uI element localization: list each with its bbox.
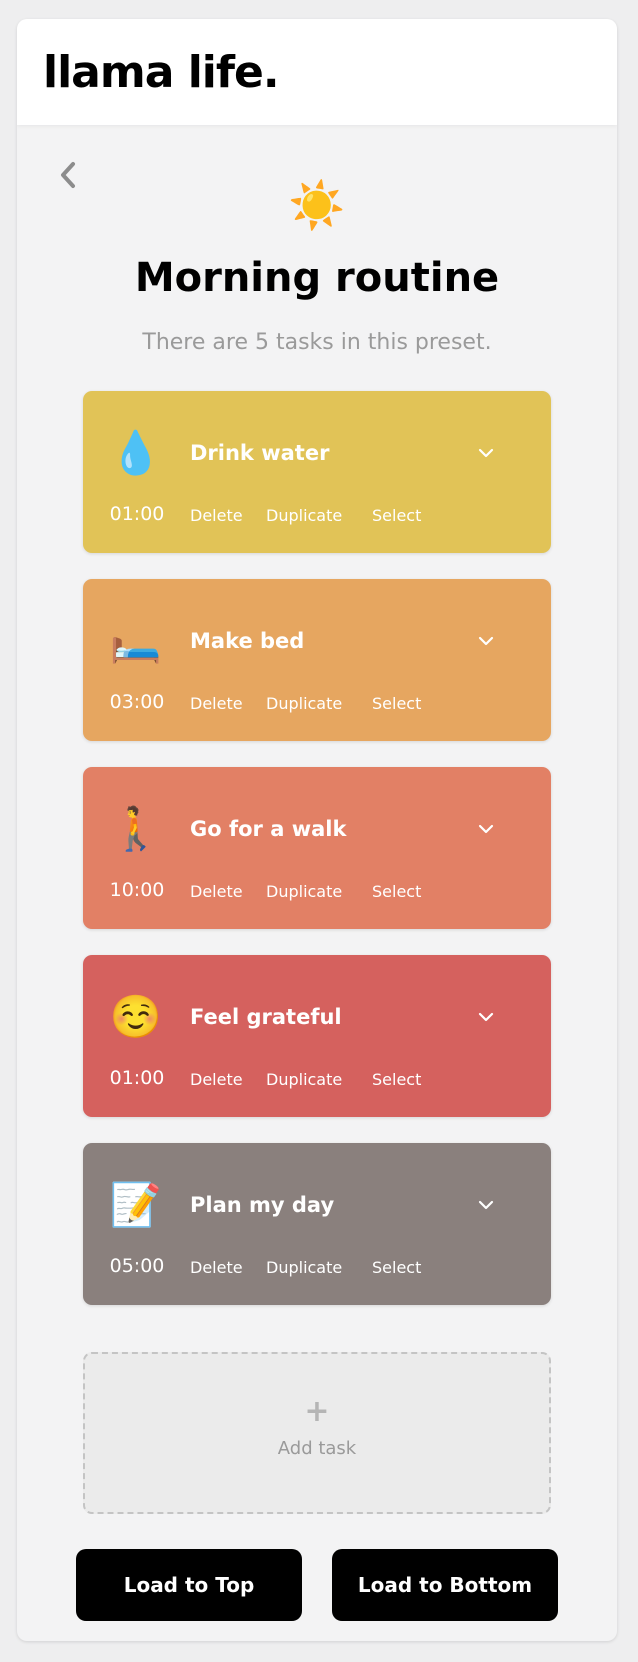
delete-button[interactable]: Delete	[190, 1258, 243, 1277]
select-button[interactable]: Select	[372, 506, 421, 525]
task-name: Plan my day	[190, 1193, 335, 1217]
app-logo[interactable]: llama life.	[43, 47, 280, 98]
duplicate-button[interactable]: Duplicate	[266, 694, 342, 713]
plus-icon: +	[304, 1394, 330, 1429]
select-button[interactable]: Select	[372, 694, 421, 713]
select-button[interactable]: Select	[372, 882, 421, 901]
chevron-down-icon[interactable]	[476, 443, 496, 463]
task-name: Drink water	[190, 441, 330, 465]
task-card[interactable]: 🛏️ Make bed 03:00 Delete Duplicate Selec…	[83, 579, 551, 741]
duplicate-button[interactable]: Duplicate	[266, 1258, 342, 1277]
select-button[interactable]: Select	[372, 1070, 421, 1089]
task-duration: 01:00	[109, 503, 165, 525]
chevron-down-icon[interactable]	[476, 1007, 496, 1027]
smiling-face-icon: ☺️	[109, 992, 163, 1041]
task-name: Make bed	[190, 629, 305, 653]
task-card[interactable]: 💧 Drink water 01:00 Delete Duplicate Sel…	[83, 391, 551, 553]
task-duration: 01:00	[109, 1067, 165, 1089]
chevron-down-icon[interactable]	[476, 1195, 496, 1215]
load-to-bottom-button[interactable]: Load to Bottom	[332, 1549, 558, 1621]
select-button[interactable]: Select	[372, 1258, 421, 1277]
task-card[interactable]: 🚶 Go for a walk 10:00 Delete Duplicate S…	[83, 767, 551, 929]
preset-title: Morning routine	[134, 255, 500, 301]
delete-button[interactable]: Delete	[190, 506, 243, 525]
top-bar: llama life.	[17, 19, 617, 125]
delete-button[interactable]: Delete	[190, 882, 243, 901]
task-name: Go for a walk	[190, 817, 347, 841]
task-duration: 10:00	[109, 879, 165, 901]
chevron-down-icon[interactable]	[476, 819, 496, 839]
task-card[interactable]: ☺️ Feel grateful 01:00 Delete Duplicate …	[83, 955, 551, 1117]
chevron-down-icon[interactable]	[476, 631, 496, 651]
duplicate-button[interactable]: Duplicate	[266, 882, 342, 901]
preset-subtitle: There are 5 tasks in this preset.	[142, 330, 492, 355]
task-list: 💧 Drink water 01:00 Delete Duplicate Sel…	[83, 391, 551, 1331]
delete-button[interactable]: Delete	[190, 1070, 243, 1089]
task-duration: 05:00	[109, 1255, 165, 1277]
add-task-label: Add task	[277, 1438, 357, 1459]
memo-icon: 📝	[109, 1180, 163, 1229]
task-name: Feel grateful	[190, 1005, 342, 1029]
bed-icon: 🛏️	[109, 616, 163, 665]
preset-sun-icon: ☀️	[288, 178, 346, 232]
add-task-button[interactable]: + Add task	[83, 1352, 551, 1514]
duplicate-button[interactable]: Duplicate	[266, 1070, 342, 1089]
task-card[interactable]: 📝 Plan my day 05:00 Delete Duplicate Sel…	[83, 1143, 551, 1305]
app-window: llama life. ☀️ Morning routine There are…	[17, 19, 617, 1641]
duplicate-button[interactable]: Duplicate	[266, 506, 342, 525]
task-duration: 03:00	[109, 691, 165, 713]
delete-button[interactable]: Delete	[190, 694, 243, 713]
water-drop-icon: 💧	[109, 428, 163, 477]
load-to-top-button[interactable]: Load to Top	[76, 1549, 302, 1621]
walking-person-icon: 🚶	[109, 804, 163, 853]
